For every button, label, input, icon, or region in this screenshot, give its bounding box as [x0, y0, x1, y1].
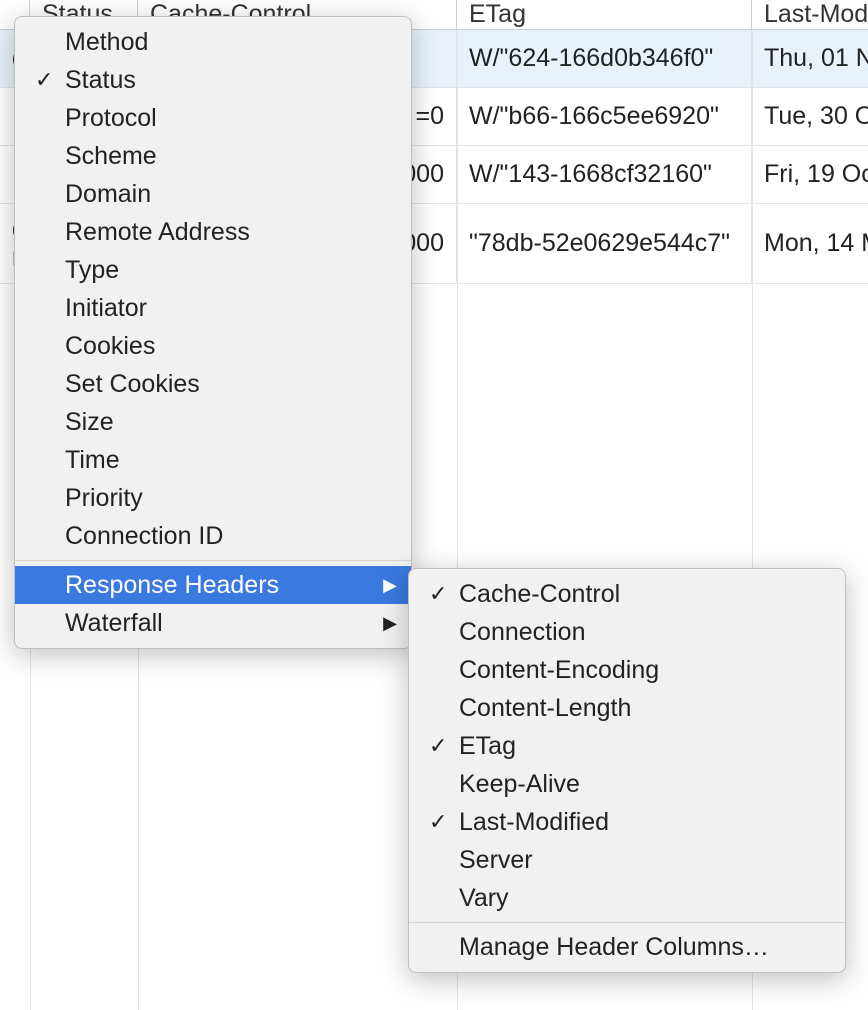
- menu-item-connection-id[interactable]: Connection ID: [15, 517, 411, 555]
- menu-item-label: Manage Header Columns…: [459, 933, 831, 962]
- col-header-etag[interactable]: ETag: [457, 0, 752, 30]
- menu-item-etag[interactable]: ✓ETag: [409, 727, 845, 765]
- menu-separator: [409, 922, 845, 923]
- context-menu-columns: Method✓StatusProtocolSchemeDomainRemote …: [14, 16, 412, 649]
- menu-item-content-encoding[interactable]: Content-Encoding: [409, 651, 845, 689]
- menu-item-label: Keep-Alive: [459, 770, 831, 799]
- menu-item-priority[interactable]: Priority: [15, 479, 411, 517]
- menu-item-cookies[interactable]: Cookies: [15, 327, 411, 365]
- menu-item-content-length[interactable]: Content-Length: [409, 689, 845, 727]
- menu-item-label: Content-Length: [459, 694, 831, 723]
- menu-item-label: Response Headers: [65, 571, 383, 600]
- menu-item-label: Connection ID: [65, 522, 397, 551]
- menu-item-scheme[interactable]: Scheme: [15, 137, 411, 175]
- cell-etag: W/"b66-166c5ee6920": [457, 88, 752, 145]
- menu-item-manage-header-columns[interactable]: Manage Header Columns…: [409, 928, 845, 966]
- cell-lastmod: Mon, 14 M: [752, 204, 868, 283]
- menu-separator: [15, 560, 411, 561]
- menu-item-connection[interactable]: Connection: [409, 613, 845, 651]
- menu-item-set-cookies[interactable]: Set Cookies: [15, 365, 411, 403]
- submenu-response-headers: ✓Cache-ControlConnectionContent-Encoding…: [408, 568, 846, 973]
- menu-item-cache-control[interactable]: ✓Cache-Control: [409, 575, 845, 613]
- cell-lastmod: Tue, 30 O: [752, 88, 868, 145]
- cell-etag: W/"143-1668cf32160": [457, 146, 752, 203]
- menu-item-label: Initiator: [65, 294, 397, 323]
- menu-item-waterfall[interactable]: Waterfall▶: [15, 604, 411, 642]
- menu-item-status[interactable]: ✓Status: [15, 61, 411, 99]
- chevron-right-icon: ▶: [383, 575, 397, 596]
- menu-item-label: Size: [65, 408, 397, 437]
- menu-item-time[interactable]: Time: [15, 441, 411, 479]
- menu-item-protocol[interactable]: Protocol: [15, 99, 411, 137]
- menu-item-label: Set Cookies: [65, 370, 397, 399]
- menu-item-domain[interactable]: Domain: [15, 175, 411, 213]
- menu-item-label: Cookies: [65, 332, 397, 361]
- menu-item-label: ETag: [459, 732, 831, 761]
- menu-item-label: Connection: [459, 618, 831, 647]
- menu-item-method[interactable]: Method: [15, 23, 411, 61]
- menu-item-label: Vary: [459, 884, 831, 913]
- menu-item-initiator[interactable]: Initiator: [15, 289, 411, 327]
- cell-lastmod: Fri, 19 Oc: [752, 146, 868, 203]
- cell-lastmod: Thu, 01 N: [752, 30, 868, 87]
- menu-item-label: Status: [65, 66, 397, 95]
- check-icon: ✓: [429, 583, 459, 605]
- check-icon: ✓: [35, 69, 65, 91]
- menu-item-label: Server: [459, 846, 831, 875]
- menu-item-label: Waterfall: [65, 609, 383, 638]
- menu-item-vary[interactable]: Vary: [409, 879, 845, 917]
- menu-item-label: Domain: [65, 180, 397, 209]
- menu-item-label: Type: [65, 256, 397, 285]
- cell-etag: "78db-52e0629e544c7": [457, 204, 752, 283]
- menu-item-label: Time: [65, 446, 397, 475]
- menu-item-label: Remote Address: [65, 218, 397, 247]
- menu-item-remote-address[interactable]: Remote Address: [15, 213, 411, 251]
- menu-item-keep-alive[interactable]: Keep-Alive: [409, 765, 845, 803]
- menu-item-server[interactable]: Server: [409, 841, 845, 879]
- check-icon: ✓: [429, 811, 459, 833]
- menu-item-label: Cache-Control: [459, 580, 831, 609]
- menu-item-label: Method: [65, 28, 397, 57]
- chevron-right-icon: ▶: [383, 613, 397, 634]
- menu-item-size[interactable]: Size: [15, 403, 411, 441]
- menu-item-label: Priority: [65, 484, 397, 513]
- check-icon: ✓: [429, 735, 459, 757]
- cell-etag: W/"624-166d0b346f0": [457, 30, 752, 87]
- menu-item-last-modified[interactable]: ✓Last-Modified: [409, 803, 845, 841]
- menu-item-response-headers[interactable]: Response Headers▶: [15, 566, 411, 604]
- menu-item-label: Protocol: [65, 104, 397, 133]
- menu-item-type[interactable]: Type: [15, 251, 411, 289]
- menu-item-label: Last-Modified: [459, 808, 831, 837]
- menu-item-label: Content-Encoding: [459, 656, 831, 685]
- menu-item-label: Scheme: [65, 142, 397, 171]
- col-header-lastmod[interactable]: Last-Mod: [752, 0, 868, 30]
